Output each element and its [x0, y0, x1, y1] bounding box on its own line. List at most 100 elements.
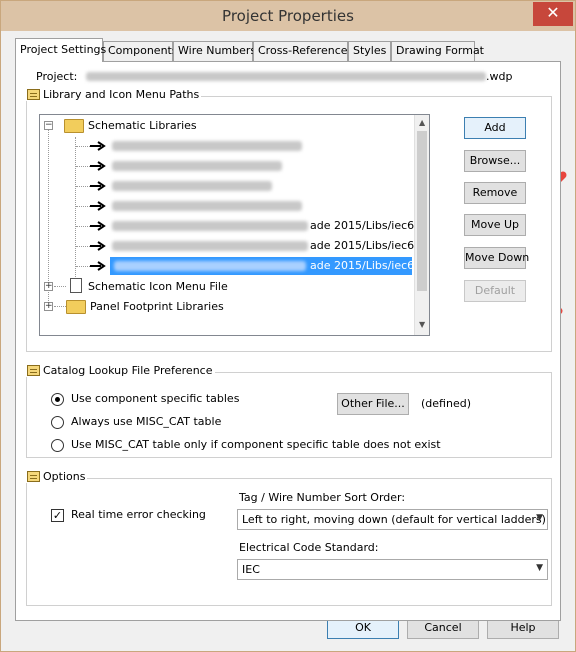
tab-wire-numbers[interactable]: Wire Numbers: [173, 41, 256, 61]
tree-line: [76, 166, 90, 167]
expand-icon[interactable]: +: [44, 282, 53, 291]
radio-component-specific[interactable]: [51, 393, 64, 406]
default-button[interactable]: Default: [464, 280, 526, 302]
tree-path-item-selected[interactable]: ade 2015/Libs/iec610: [40, 257, 428, 275]
tree-line: [76, 246, 90, 247]
remove-button[interactable]: Remove: [464, 182, 526, 204]
electrical-code-select[interactable]: IEC ▼: [237, 559, 548, 580]
close-button[interactable]: ✕: [533, 2, 573, 26]
tab-project-settings[interactable]: Project Settings: [15, 38, 106, 62]
path-redacted: [112, 161, 282, 171]
group-icon: [27, 471, 40, 482]
path-redacted: [112, 221, 308, 231]
path-arrow-icon: [90, 141, 106, 151]
move-up-button[interactable]: Move Up: [464, 214, 526, 236]
library-group-title-text: Library and Icon Menu Paths: [43, 88, 200, 101]
tree-node-schematic-libraries[interactable]: − Schematic Libraries: [40, 117, 410, 135]
path-arrow-icon: [90, 161, 106, 171]
folder-open-icon: [64, 119, 84, 133]
scroll-down-icon[interactable]: ▼: [419, 320, 425, 329]
path-redacted: [114, 261, 306, 271]
path-redacted: [112, 181, 272, 191]
project-settings-panel: Project: .wdp Library and Icon Menu Path…: [15, 61, 561, 621]
title-bar: Project Properties ✕: [1, 1, 575, 31]
path-arrow-icon: [90, 201, 106, 211]
expand-icon[interactable]: +: [44, 302, 53, 311]
radio-component-specific-label: Use component specific tables: [71, 392, 240, 405]
project-path-redacted: [86, 72, 486, 81]
tab-cross-references[interactable]: Cross-References: [253, 41, 353, 61]
options-group-title: Options: [25, 470, 88, 483]
project-properties-dialog: Project Properties ✕ Project Settings Co…: [0, 0, 576, 652]
file-icon: [70, 278, 82, 293]
tree-label-schematic-icon-menu-file: Schematic Icon Menu File: [88, 280, 228, 293]
tree-label-schematic-libraries: Schematic Libraries: [88, 119, 197, 132]
tree-line: [76, 226, 90, 227]
library-tree[interactable]: − Schematic Libraries ade 2015/Libs/iec6…: [39, 114, 430, 336]
project-label: Project:: [36, 70, 78, 83]
scroll-thumb[interactable]: [417, 131, 427, 291]
catalog-group-title-text: Catalog Lookup File Preference: [43, 364, 213, 377]
folder-icon: [66, 300, 86, 314]
radio-misc-cat-label: Always use MISC_CAT table: [71, 415, 222, 428]
path-fragment: ade 2015/Libs/iec610: [310, 259, 429, 272]
electrical-code-value: IEC: [242, 563, 260, 576]
sort-order-select[interactable]: Left to right, moving down (default for …: [237, 509, 548, 530]
path-redacted: [112, 201, 302, 211]
tree-path-item[interactable]: ade 2015/Libs/iec610: [40, 237, 428, 255]
options-group: Options ✓ Real time error checking Tag /…: [25, 470, 552, 606]
tree-line: [54, 306, 66, 307]
radio-misc-cat-fallback[interactable]: [51, 439, 64, 452]
path-arrow-icon: [90, 181, 106, 191]
tree-path-item[interactable]: [40, 157, 410, 175]
browse-button[interactable]: Browse...: [464, 150, 526, 172]
tree-line: [76, 186, 90, 187]
tab-styles[interactable]: Styles: [348, 41, 391, 61]
tree-path-item[interactable]: ade 2015/Libs/iec610: [40, 217, 428, 235]
path-fragment: ade 2015/Libs/iec610: [310, 219, 429, 232]
sort-order-value: Left to right, moving down (default for …: [242, 513, 546, 526]
add-button[interactable]: Add: [464, 117, 526, 139]
other-file-button[interactable]: Other File...: [337, 393, 409, 415]
options-group-title-text: Options: [43, 470, 86, 483]
catalog-group-title: Catalog Lookup File Preference: [25, 364, 215, 377]
path-fragment: ade 2015/Libs/iec610: [310, 239, 429, 252]
path-arrow-icon: [90, 221, 106, 231]
group-icon: [27, 365, 40, 376]
realtime-error-label: Real time error checking: [71, 508, 206, 521]
tree-path-item[interactable]: [40, 137, 410, 155]
tree-label-panel-footprint-libraries: Panel Footprint Libraries: [90, 300, 224, 313]
path-redacted: [112, 141, 302, 151]
library-group: Library and Icon Menu Paths − Schematic …: [25, 88, 552, 352]
collapse-icon[interactable]: −: [44, 121, 53, 130]
catalog-group: Catalog Lookup File Preference Use compo…: [25, 364, 552, 458]
scroll-up-icon[interactable]: ▲: [419, 118, 425, 127]
group-icon: [27, 89, 40, 100]
catalog-status: (defined): [421, 397, 471, 410]
path-redacted: [112, 241, 308, 251]
path-arrow-icon: [90, 241, 106, 251]
tree-node-schematic-icon-menu-file[interactable]: + Schematic Icon Menu File: [40, 277, 410, 295]
tree-line: [76, 146, 90, 147]
tree-path-item[interactable]: [40, 197, 410, 215]
tree-path-item[interactable]: [40, 177, 410, 195]
chevron-down-icon: ▼: [536, 513, 543, 523]
dialog-client: Project Settings Components Wire Numbers…: [9, 31, 567, 645]
tree-line: [76, 266, 90, 267]
tab-drawing-format[interactable]: Drawing Format: [391, 41, 484, 61]
library-group-title: Library and Icon Menu Paths: [25, 88, 202, 101]
tree-node-panel-footprint-libraries[interactable]: + Panel Footprint Libraries: [40, 297, 410, 315]
tab-components[interactable]: Components: [103, 41, 178, 61]
radio-misc-cat-fallback-label: Use MISC_CAT table only if component spe…: [71, 438, 441, 451]
realtime-error-checkbox[interactable]: ✓: [51, 509, 64, 522]
path-arrow-icon: [90, 261, 106, 271]
tree-scrollbar[interactable]: ▲ ▼: [414, 115, 429, 335]
move-down-button[interactable]: Move Down: [464, 247, 529, 269]
window-title: Project Properties: [222, 7, 354, 25]
chevron-down-icon: ▼: [536, 563, 543, 573]
tree-line: [54, 286, 66, 287]
sort-order-label: Tag / Wire Number Sort Order:: [239, 491, 406, 504]
project-path-suffix: .wdp: [486, 70, 513, 83]
electrical-code-label: Electrical Code Standard:: [239, 541, 379, 554]
radio-misc-cat[interactable]: [51, 416, 64, 429]
